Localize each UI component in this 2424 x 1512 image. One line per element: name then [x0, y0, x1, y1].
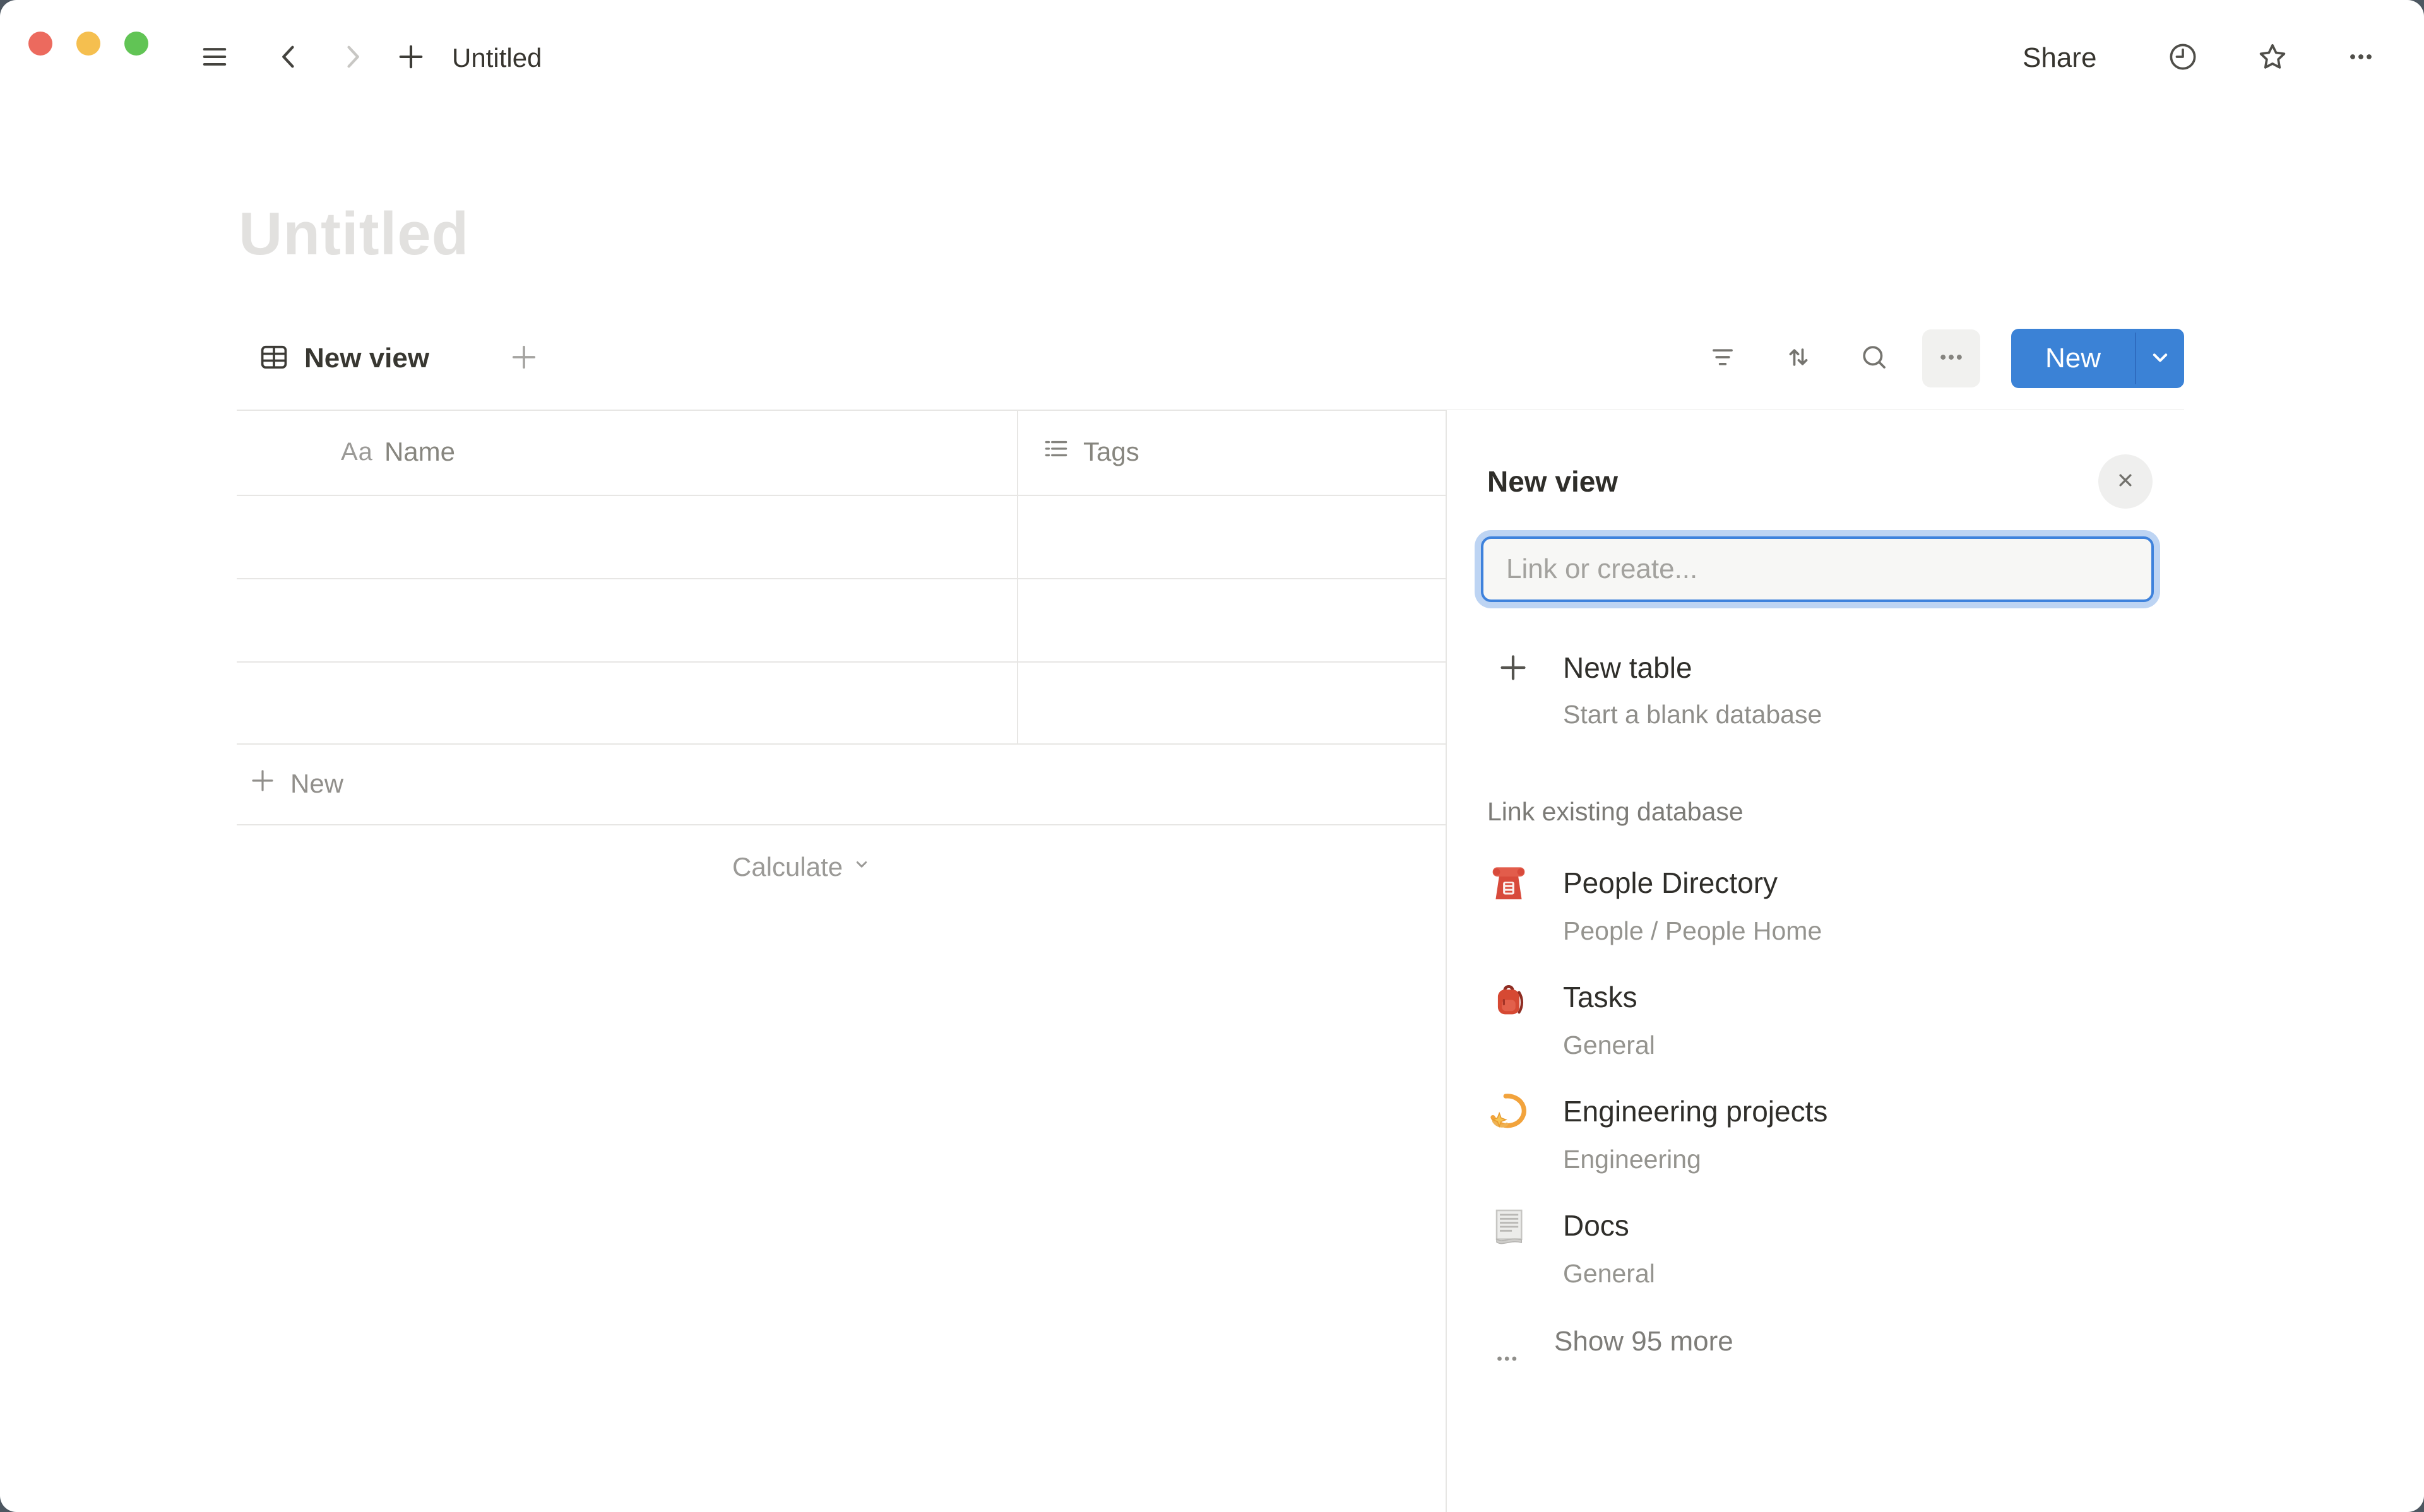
list-item-docs[interactable]: Docs General: [1447, 1208, 2184, 1322]
chevron-left-icon: [273, 40, 306, 76]
plus-icon: [395, 40, 427, 76]
favorite-button[interactable]: [2255, 40, 2290, 76]
list-item-subtitle: General: [1563, 1258, 1655, 1289]
new-record-dropdown-button[interactable]: [2136, 329, 2184, 388]
sort-arrows-icon: [1782, 341, 1815, 377]
view-tab-label: New view: [304, 343, 429, 374]
close-icon: [2112, 467, 2139, 497]
text-type-icon: Aa: [341, 438, 373, 466]
list-item-title: Docs: [1563, 1208, 1629, 1243]
database-list: People Directory People / People Home Ta…: [1447, 865, 2184, 1322]
row-border: [237, 661, 1446, 663]
share-button[interactable]: Share: [2023, 40, 2096, 76]
row-border: [237, 824, 1446, 825]
show-more-label: Show 95 more: [1554, 1326, 1733, 1357]
list-item-title: Engineering projects: [1563, 1094, 1827, 1129]
page-title[interactable]: Untitled: [239, 199, 469, 269]
show-more-button[interactable]: Show 95 more: [1447, 1324, 2184, 1359]
panel-title: New view: [1487, 464, 1618, 499]
notion-window: Untitled Share Untitled New view: [0, 0, 2424, 1512]
zoom-window-button[interactable]: [124, 32, 148, 56]
plus-icon: [1495, 650, 1531, 685]
tab-new-view[interactable]: New view: [258, 329, 429, 388]
column-header-label: Name: [384, 437, 455, 467]
traffic-lights: [28, 32, 148, 56]
clock-icon: [2166, 40, 2199, 76]
ellipsis-icon: [2344, 40, 2377, 76]
calculate-label: Calculate: [732, 852, 843, 882]
sidebar-menu-button[interactable]: [197, 40, 232, 76]
table-view-icon: [258, 341, 290, 377]
list-item-engineering-projects[interactable]: Engineering projects Engineering: [1447, 1094, 2184, 1208]
search-view-button[interactable]: [1857, 341, 1892, 376]
view-options-button[interactable]: [1922, 329, 1980, 387]
minimize-window-button[interactable]: [76, 32, 100, 56]
list-item-people-directory[interactable]: People Directory People / People Home: [1447, 865, 2184, 979]
row-border: [237, 495, 1446, 496]
column-header-tags[interactable]: Tags: [1040, 434, 1139, 470]
list-item-tasks[interactable]: Tasks General: [1447, 979, 2184, 1094]
back-button[interactable]: [271, 40, 307, 76]
column-divider[interactable]: [1017, 410, 1018, 743]
plus-icon: [508, 341, 540, 377]
updates-history-button[interactable]: [2165, 40, 2201, 76]
sort-button[interactable]: [1781, 341, 1816, 376]
row-border: [237, 743, 1446, 745]
page-curl-emoji-icon: [1485, 1203, 1533, 1251]
list-item-subtitle: General: [1563, 1029, 1655, 1061]
new-record-button[interactable]: New: [2011, 329, 2135, 388]
filter-button[interactable]: [1705, 341, 1740, 376]
link-existing-section-label: Link existing database: [1487, 796, 1744, 827]
backpack-emoji-icon: [1485, 974, 1533, 1022]
new-view-panel: New view New table Start a blank databas…: [1446, 410, 2184, 1512]
breadcrumb-title[interactable]: Untitled: [452, 40, 542, 76]
column-header-label: Tags: [1083, 437, 1139, 467]
ellipsis-icon: [1934, 340, 1969, 378]
add-view-button[interactable]: [506, 341, 542, 376]
new-table-subtitle: Start a blank database: [1563, 699, 1822, 730]
filter-icon: [1706, 341, 1739, 377]
search-icon: [1858, 341, 1891, 377]
multi-select-type-icon: [1040, 433, 1072, 471]
chevron-right-icon: [336, 40, 369, 76]
list-item-subtitle: Engineering: [1563, 1143, 1701, 1175]
forward-button[interactable]: [335, 40, 370, 76]
plus-icon: [247, 765, 278, 802]
chevron-down-icon: [2146, 343, 2174, 374]
add-row-label: New: [290, 769, 343, 799]
add-row-button[interactable]: New: [247, 766, 343, 801]
column-header-name[interactable]: Aa Name: [341, 434, 455, 470]
page-options-button[interactable]: [2343, 40, 2379, 76]
list-item-subtitle: People / People Home: [1563, 915, 1822, 947]
telephone-emoji-icon: [1485, 860, 1533, 908]
close-panel-button[interactable]: [2098, 454, 2153, 509]
panel-header: New view: [1487, 454, 2153, 509]
list-item-title: Tasks: [1563, 979, 1637, 1015]
row-border: [237, 578, 1446, 579]
list-item-title: People Directory: [1563, 865, 1778, 901]
new-record-split-button: New: [2011, 329, 2184, 388]
link-or-create-input[interactable]: [1481, 536, 2154, 602]
new-page-button[interactable]: [393, 40, 429, 76]
dizzy-emoji-icon: [1485, 1089, 1533, 1137]
chevron-down-icon: [849, 851, 874, 883]
hamburger-icon: [198, 40, 231, 76]
close-window-button[interactable]: [28, 32, 52, 56]
calculate-button[interactable]: Calculate: [732, 849, 874, 885]
star-icon: [2256, 40, 2289, 76]
new-table-title: New table: [1563, 650, 1692, 685]
